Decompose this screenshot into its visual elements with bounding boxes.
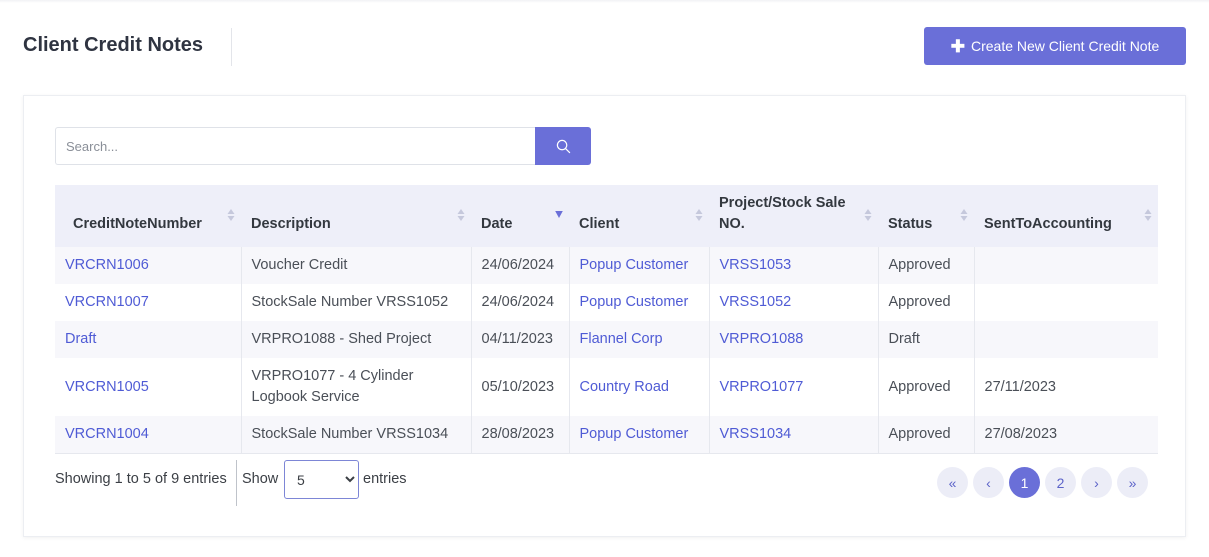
date-cell: 24/06/2024 bbox=[470, 284, 569, 321]
status-cell: Approved bbox=[877, 247, 974, 284]
table-row: VRCRN1006 Voucher Credit 24/06/2024 Popu… bbox=[55, 247, 1158, 284]
credit-note-number-link[interactable]: Draft bbox=[55, 321, 241, 358]
sort-icon bbox=[695, 209, 703, 221]
date-cell: 05/10/2023 bbox=[470, 358, 569, 416]
credit-note-number-link[interactable]: VRCRN1005 bbox=[55, 358, 241, 416]
credit-notes-card: CreditNoteNumber Description Date Client… bbox=[23, 95, 1186, 537]
create-credit-note-label: Create New Client Credit Note bbox=[970, 38, 1160, 54]
description-cell: StockSale Number VRSS1034 bbox=[240, 416, 471, 454]
table-row: VRCRN1005 VRPRO1077 - 4 Cylinder Logbook… bbox=[55, 358, 1158, 416]
client-link[interactable]: Popup Customer bbox=[568, 247, 709, 284]
sent-to-accounting-cell bbox=[973, 321, 1158, 358]
status-cell: Draft bbox=[877, 321, 974, 358]
page-1-button[interactable]: 1 bbox=[1009, 467, 1040, 498]
table-row: Draft VRPRO1088 - Shed Project 04/11/202… bbox=[55, 321, 1158, 358]
table-row: VRCRN1004 StockSale Number VRSS1034 28/0… bbox=[55, 416, 1158, 454]
column-header-status[interactable]: Status bbox=[878, 185, 974, 247]
column-header-senttoaccounting[interactable]: SentToAccounting bbox=[974, 185, 1158, 247]
column-header-date[interactable]: Date bbox=[471, 185, 569, 247]
credit-notes-table: CreditNoteNumber Description Date Client… bbox=[55, 185, 1158, 454]
client-link[interactable]: Country Road bbox=[568, 358, 709, 416]
table-header-row: CreditNoteNumber Description Date Client… bbox=[55, 185, 1158, 247]
date-cell: 28/08/2023 bbox=[470, 416, 569, 454]
sort-icon bbox=[1144, 209, 1152, 221]
title-divider bbox=[231, 28, 232, 66]
sent-to-accounting-cell: 27/11/2023 bbox=[973, 358, 1158, 416]
credit-note-number-link[interactable]: VRCRN1007 bbox=[55, 284, 241, 321]
column-header-client[interactable]: Client bbox=[569, 185, 709, 247]
top-shadow bbox=[0, 0, 1209, 3]
show-label: Show bbox=[242, 471, 279, 487]
sent-to-accounting-cell bbox=[973, 247, 1158, 284]
table-row: VRCRN1007 StockSale Number VRSS1052 24/0… bbox=[55, 284, 1158, 321]
last-page-button[interactable]: » bbox=[1117, 467, 1148, 498]
search-button[interactable] bbox=[535, 127, 591, 165]
column-header-creditnotenumber[interactable]: CreditNoteNumber bbox=[55, 185, 241, 247]
credit-note-number-link[interactable]: VRCRN1004 bbox=[55, 416, 241, 454]
sort-icon bbox=[864, 209, 872, 221]
sort-icon bbox=[227, 209, 235, 221]
description-cell: VRPRO1088 - Shed Project bbox=[240, 321, 471, 358]
sort-desc-icon bbox=[555, 211, 563, 218]
footer-divider bbox=[236, 460, 237, 506]
search-icon bbox=[556, 139, 570, 153]
project-link[interactable]: VRPRO1077 bbox=[708, 358, 878, 416]
first-page-button[interactable]: « bbox=[937, 467, 968, 498]
next-page-button[interactable]: › bbox=[1081, 467, 1112, 498]
sent-to-accounting-cell: 27/08/2023 bbox=[973, 416, 1158, 454]
search-input[interactable] bbox=[55, 127, 535, 165]
sort-icon bbox=[960, 209, 968, 221]
previous-page-button[interactable]: ‹ bbox=[973, 467, 1004, 498]
sent-to-accounting-cell bbox=[973, 284, 1158, 321]
sort-icon bbox=[457, 209, 465, 221]
client-link[interactable]: Flannel Corp bbox=[568, 321, 709, 358]
credit-note-number-link[interactable]: VRCRN1006 bbox=[55, 247, 241, 284]
status-cell: Approved bbox=[877, 284, 974, 321]
page-2-button[interactable]: 2 bbox=[1045, 467, 1076, 498]
entries-label: entries bbox=[363, 471, 407, 487]
project-link[interactable]: VRSS1053 bbox=[708, 247, 878, 284]
plus-icon: ✚ bbox=[950, 36, 965, 56]
page-length-select[interactable]: 5 bbox=[284, 460, 359, 499]
description-cell: VRPRO1077 - 4 Cylinder Logbook Service bbox=[240, 358, 471, 416]
column-header-project[interactable]: Project/Stock Sale NO. bbox=[709, 185, 878, 247]
client-link[interactable]: Popup Customer bbox=[568, 284, 709, 321]
project-link[interactable]: VRSS1034 bbox=[708, 416, 878, 454]
pagination: « ‹ 1 2 › » bbox=[937, 467, 1148, 498]
date-cell: 04/11/2023 bbox=[470, 321, 569, 358]
description-cell: Voucher Credit bbox=[240, 247, 471, 284]
project-link[interactable]: VRPRO1088 bbox=[708, 321, 878, 358]
status-cell: Approved bbox=[877, 358, 974, 416]
status-cell: Approved bbox=[877, 416, 974, 454]
description-cell: StockSale Number VRSS1052 bbox=[240, 284, 471, 321]
page-title: Client Credit Notes bbox=[23, 34, 204, 56]
column-header-description[interactable]: Description bbox=[241, 185, 471, 247]
client-link[interactable]: Popup Customer bbox=[568, 416, 709, 454]
create-credit-note-button[interactable]: ✚ Create New Client Credit Note bbox=[924, 27, 1186, 65]
date-cell: 24/06/2024 bbox=[470, 247, 569, 284]
entries-info: Showing 1 to 5 of 9 entries bbox=[55, 471, 227, 487]
project-link[interactable]: VRSS1052 bbox=[708, 284, 878, 321]
